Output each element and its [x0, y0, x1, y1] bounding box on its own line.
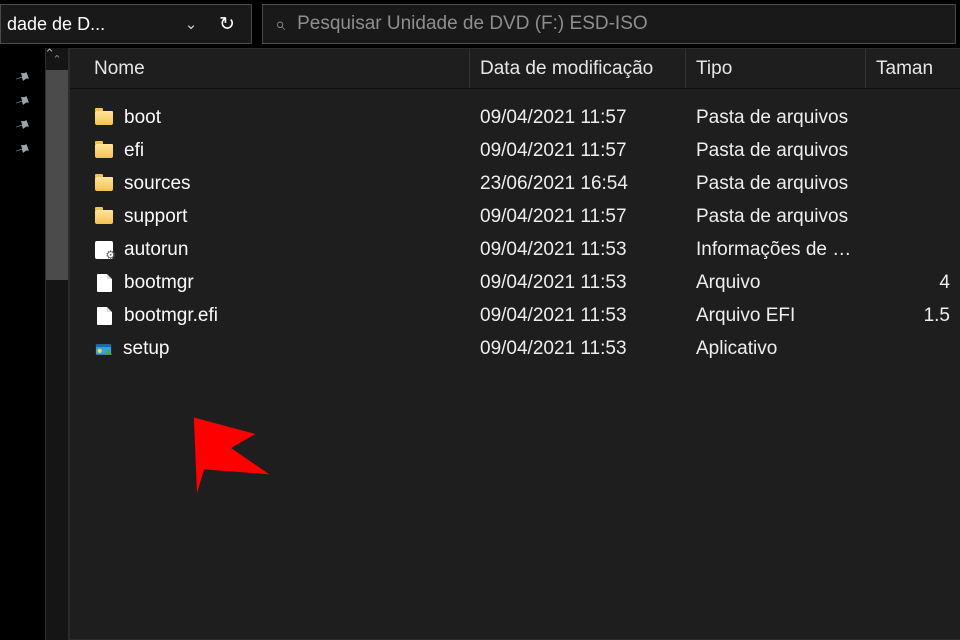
address-bar[interactable]: dade de D... ⌄ ↻: [0, 4, 252, 44]
refresh-icon[interactable]: ↻: [211, 13, 243, 36]
pin-icon[interactable]: [13, 116, 32, 135]
file-date-cell: 09/04/2021 11:57: [470, 140, 686, 162]
file-name-cell: setup: [70, 338, 470, 360]
file-name-label: efi: [124, 140, 144, 162]
settings-file-icon: [94, 240, 114, 260]
folder-icon: [94, 108, 114, 128]
main-area: ⌃ ⌃ Nome Data de modificação Tipo Taman …: [0, 48, 960, 640]
file-date-cell: 09/04/2021 11:53: [470, 239, 686, 261]
address-label: dade de D...: [1, 14, 171, 35]
file-name-label: autorun: [124, 239, 188, 261]
file-date-cell: 23/06/2021 16:54: [470, 173, 686, 195]
file-row[interactable]: efi 09/04/2021 11:57Pasta de arquivos: [70, 134, 960, 167]
file-name-cell: support: [70, 206, 470, 228]
pin-icon[interactable]: [13, 92, 32, 111]
file-name-cell: bootmgr.efi: [70, 305, 470, 327]
tree-scrollbar[interactable]: ⌃: [45, 48, 69, 640]
file-row[interactable]: autorun 09/04/2021 11:53Informações de co…: [70, 233, 960, 266]
file-date-cell: 09/04/2021 11:57: [470, 107, 686, 129]
file-name-label: support: [124, 206, 187, 228]
top-bar: dade de D... ⌄ ↻ ⌕ Pesquisar Unidade de …: [0, 0, 960, 48]
sort-indicator-icon: ⌃: [44, 46, 55, 62]
file-type-cell: Pasta de arquivos: [686, 206, 866, 228]
file-name-cell: autorun: [70, 239, 470, 261]
file-name-cell: boot: [70, 107, 470, 129]
file-icon: [94, 273, 114, 293]
file-panel: Nome Data de modificação Tipo Taman boot…: [69, 48, 960, 640]
file-type-cell: Informações de co...: [686, 239, 866, 261]
file-row[interactable]: bootmgr 09/04/2021 11:53Arquivo4: [70, 266, 960, 299]
file-size-cell: 4: [866, 272, 960, 294]
file-row[interactable]: setup 09/04/2021 11:53Aplicativo: [70, 332, 960, 365]
file-date-cell: 09/04/2021 11:53: [470, 338, 686, 360]
file-name-cell: bootmgr: [70, 272, 470, 294]
file-size-cell: 1.5: [866, 305, 960, 327]
search-placeholder: Pesquisar Unidade de DVD (F:) ESD-ISO: [297, 13, 648, 35]
file-name-label: sources: [124, 173, 191, 195]
file-row[interactable]: support 09/04/2021 11:57Pasta de arquivos: [70, 200, 960, 233]
column-header-size[interactable]: Taman: [866, 49, 960, 88]
file-type-cell: Aplicativo: [686, 338, 866, 360]
quick-access-panel: ⌃: [0, 48, 45, 640]
file-name-label: boot: [124, 107, 161, 129]
search-icon: ⌕: [275, 14, 285, 35]
file-type-cell: Pasta de arquivos: [686, 173, 866, 195]
column-header-type[interactable]: Tipo: [686, 49, 866, 88]
file-name-label: setup: [123, 338, 169, 360]
file-date-cell: 09/04/2021 11:57: [470, 206, 686, 228]
file-name-cell: sources: [70, 173, 470, 195]
file-type-cell: Pasta de arquivos: [686, 140, 866, 162]
file-name-label: bootmgr: [124, 272, 194, 294]
file-date-cell: 09/04/2021 11:53: [470, 305, 686, 327]
file-icon: [94, 306, 114, 326]
file-row[interactable]: sources 23/06/2021 16:54Pasta de arquivos: [70, 167, 960, 200]
file-row[interactable]: bootmgr.efi 09/04/2021 11:53Arquivo EFI1.…: [70, 299, 960, 332]
file-name-label: bootmgr.efi: [124, 305, 218, 327]
folder-icon: [94, 207, 114, 227]
columns-header: Nome Data de modificação Tipo Taman: [70, 49, 960, 89]
column-header-name[interactable]: Nome: [70, 49, 470, 88]
folder-icon: [94, 174, 114, 194]
scroll-thumb[interactable]: [46, 70, 68, 280]
annotation-arrow-icon: [152, 409, 272, 509]
file-type-cell: Arquivo: [686, 272, 866, 294]
pin-icon[interactable]: [13, 68, 32, 87]
folder-icon: [94, 141, 114, 161]
scroll-track-space[interactable]: [46, 280, 68, 640]
application-icon: [94, 341, 113, 357]
file-date-cell: 09/04/2021 11:53: [470, 272, 686, 294]
chevron-down-icon[interactable]: ⌄: [171, 15, 211, 33]
file-row[interactable]: boot 09/04/2021 11:57Pasta de arquivos: [70, 101, 960, 134]
file-name-cell: efi: [70, 140, 470, 162]
pin-icon[interactable]: [13, 140, 32, 159]
file-list: boot09/04/2021 11:57Pasta de arquivosefi…: [70, 89, 960, 365]
column-header-date[interactable]: Data de modificação: [470, 49, 686, 88]
file-type-cell: Pasta de arquivos: [686, 107, 866, 129]
file-type-cell: Arquivo EFI: [686, 305, 866, 327]
search-input[interactable]: ⌕ Pesquisar Unidade de DVD (F:) ESD-ISO: [262, 4, 956, 44]
